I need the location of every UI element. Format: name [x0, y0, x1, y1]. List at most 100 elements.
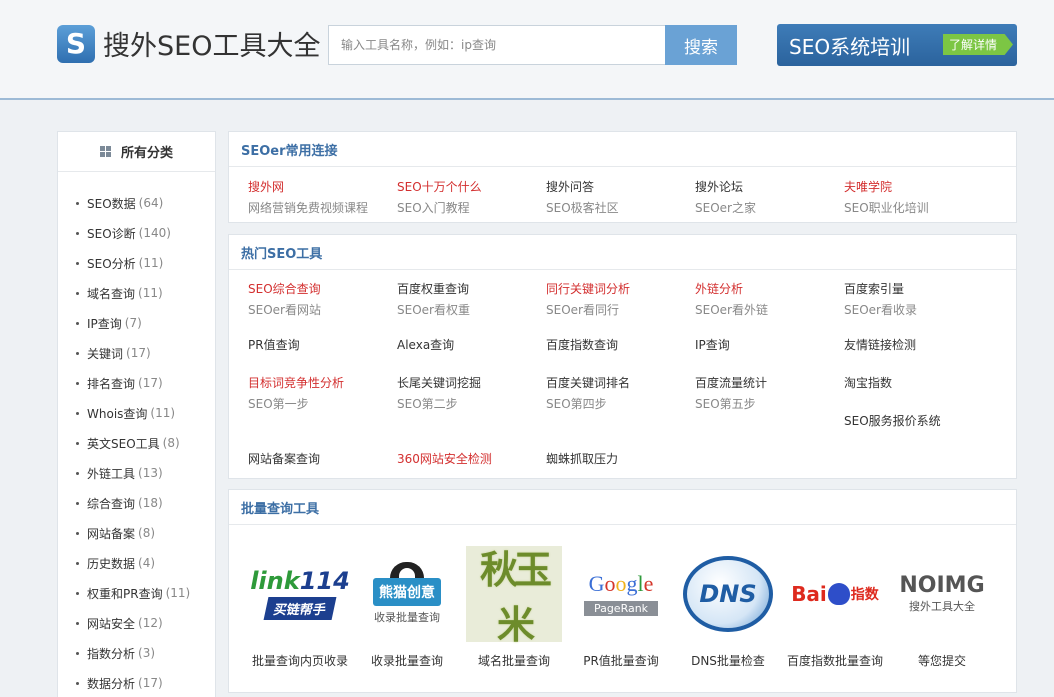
batch-tool[interactable]: link114 买链帮手批量查询内页收录: [245, 546, 355, 669]
hot-tool-link[interactable]: 目标词竞争性分析 SEO第一步: [248, 374, 388, 412]
hot-tool-link[interactable]: PR值查询: [248, 336, 388, 353]
hot-tool-link[interactable]: 外链分析 SEOer看外链: [695, 280, 835, 318]
batch-tool-logo-icon[interactable]: Bai 指数: [785, 546, 885, 641]
sidebar-category-item[interactable]: 英文SEO工具 (8): [58, 428, 215, 458]
hot-tool-link[interactable]: 百度权重查询 SEOer看权重: [397, 280, 537, 318]
sidebar-category-item[interactable]: SEO分析 (11): [58, 248, 215, 278]
sidebar-category-item[interactable]: 排名查询 (17): [58, 368, 215, 398]
batch-tool-logo-icon[interactable]: 熊猫创意 收录批量查询: [357, 546, 457, 641]
batch-tool[interactable]: 秋玉米 域名批量查询: [459, 545, 569, 669]
batch-tool-logo-icon[interactable]: DNS: [678, 546, 778, 641]
sidebar-category-item[interactable]: 网站安全 (12): [58, 608, 215, 638]
common-link[interactable]: 搜外问答 SEO极客社区: [546, 178, 686, 216]
batch-tool-label[interactable]: 域名批量查询: [459, 652, 569, 669]
sidebar-category-item[interactable]: 关键词 (17): [58, 338, 215, 368]
tool-title[interactable]: 百度权重查询: [397, 280, 537, 297]
tool-title[interactable]: 友情链接检测: [844, 336, 984, 353]
hot-tool-link[interactable]: 长尾关键词挖掘 SEO第二步: [397, 374, 537, 412]
common-link[interactable]: 搜外论坛 SEOer之家: [695, 178, 835, 216]
category-sidebar: 所有分类 SEO数据 (64) SEO诊断 (140) SEO分析 (11) 域名查询 (11…: [57, 131, 216, 697]
link-title[interactable]: 搜外论坛: [695, 178, 835, 195]
sidebar-category-item[interactable]: IP查询 (7): [58, 308, 215, 338]
sidebar-category-item[interactable]: 历史数据 (4): [58, 548, 215, 578]
hot-tool-link[interactable]: Alexa查询: [397, 336, 537, 353]
batch-tool[interactable]: NOIMG 搜外工具大全等您提交: [887, 546, 997, 669]
sidebar-category-item[interactable]: 权重和PR查询 (11): [58, 578, 215, 608]
tool-title[interactable]: IP查询: [695, 336, 835, 353]
hot-tool-link[interactable]: 淘宝指数: [844, 374, 984, 391]
sidebar-category-item[interactable]: 网站备案 (8): [58, 518, 215, 548]
common-link[interactable]: SEO十万个什么 SEO入门教程: [397, 178, 537, 216]
batch-tool[interactable]: Bai 指数百度指数批量查询: [780, 546, 890, 669]
batch-tool-logo-icon[interactable]: NOIMG 搜外工具大全: [892, 546, 992, 641]
sidebar-category-item[interactable]: Whois查询 (11): [58, 398, 215, 428]
tool-title[interactable]: 百度索引量: [844, 280, 984, 297]
hot-tool-link[interactable]: 同行关键词分析 SEOer看同行: [546, 280, 686, 318]
sidebar-category-item[interactable]: 综合查询 (18): [58, 488, 215, 518]
link-title[interactable]: 搜外网: [248, 178, 388, 195]
link-title[interactable]: SEO十万个什么: [397, 178, 537, 195]
batch-tool[interactable]: 熊猫创意 收录批量查询收录批量查询: [352, 546, 462, 669]
sidebar-category-item[interactable]: SEO诊断 (140): [58, 218, 215, 248]
batch-tool-logo-icon[interactable]: 秋玉米: [464, 545, 564, 647]
tool-title[interactable]: 外链分析: [695, 280, 835, 297]
tool-title[interactable]: 淘宝指数: [844, 374, 984, 391]
bullet-icon: [76, 321, 79, 325]
hot-tool-link[interactable]: 百度索引量 SEOer看收录: [844, 280, 984, 318]
tool-title[interactable]: 同行关键词分析: [546, 280, 686, 297]
site-logo[interactable]: S 搜外SEO工具大全: [57, 24, 320, 63]
sidebar-category-item[interactable]: 外链工具 (13): [58, 458, 215, 488]
batch-tool-label[interactable]: 收录批量查询: [352, 652, 462, 669]
batch-tool-label[interactable]: 等您提交: [887, 652, 997, 669]
tool-title[interactable]: SEO综合查询: [248, 280, 388, 297]
hot-tool-link[interactable]: 百度指数查询: [546, 336, 686, 353]
tool-title[interactable]: Alexa查询: [397, 336, 537, 353]
batch-tool[interactable]: Google PageRank PR值批量查询: [566, 546, 676, 669]
seo-training-banner[interactable]: SEO系统培训 了解详情: [777, 24, 1017, 66]
promo-details-button[interactable]: 了解详情: [942, 34, 1013, 55]
hot-tool-link[interactable]: 蜘蛛抓取压力: [546, 450, 686, 467]
search-button[interactable]: 搜索: [665, 25, 737, 65]
tool-title[interactable]: 360网站安全检测: [397, 450, 537, 467]
hot-tool-link[interactable]: IP查询: [695, 336, 835, 353]
tool-title[interactable]: 网站备案查询: [248, 450, 388, 467]
tool-subtitle: SEO第二步: [397, 397, 458, 411]
tool-title[interactable]: 百度流量统计: [695, 374, 835, 391]
batch-tool-logo-icon[interactable]: link114 买链帮手: [250, 546, 350, 641]
sidebar-category-item[interactable]: 域名查询 (11): [58, 278, 215, 308]
batch-tools-panel: 批量查询工具 link114 买链帮手 批量查询内页收录 熊猫创意 收录批量查询收…: [228, 489, 1017, 693]
hot-tool-link[interactable]: 百度关键词排名 SEO第四步: [546, 374, 686, 412]
link-subtitle: SEO职业化培训: [844, 201, 929, 215]
tool-title[interactable]: 目标词竞争性分析: [248, 374, 388, 391]
link-title[interactable]: 夫唯学院: [844, 178, 984, 195]
hot-tool-link[interactable]: 友情链接检测: [844, 336, 984, 353]
category-count: (8): [138, 526, 156, 540]
sidebar-category-item[interactable]: SEO数据 (64): [58, 188, 215, 218]
tool-title[interactable]: 蜘蛛抓取压力: [546, 450, 686, 467]
hot-tool-link[interactable]: 网站备案查询: [248, 450, 388, 467]
category-label: SEO诊断: [87, 226, 136, 241]
batch-tool-label[interactable]: 百度指数批量查询: [780, 652, 890, 669]
tool-title[interactable]: 百度关键词排名: [546, 374, 686, 391]
category-count: (11): [165, 586, 191, 600]
link-title[interactable]: 搜外问答: [546, 178, 686, 195]
hot-tool-link[interactable]: 360网站安全检测: [397, 450, 537, 467]
tool-title[interactable]: 长尾关键词挖掘: [397, 374, 537, 391]
hot-tool-link[interactable]: SEO综合查询 SEOer看网站: [248, 280, 388, 318]
common-link[interactable]: 搜外网 网络营销免费视频课程: [248, 178, 388, 216]
batch-tool-logo-icon[interactable]: Google PageRank: [571, 546, 671, 641]
tool-title[interactable]: 百度指数查询: [546, 336, 686, 353]
batch-tool-label[interactable]: DNS批量检查: [673, 652, 783, 669]
hot-tool-link[interactable]: SEO服务报价系统: [844, 412, 984, 429]
batch-tool[interactable]: DNS DNS批量检查: [673, 546, 783, 669]
tool-title[interactable]: PR值查询: [248, 336, 388, 353]
search-input[interactable]: 输入工具名称，例如：ip查询: [328, 25, 666, 65]
hot-tool-link[interactable]: 百度流量统计 SEO第五步: [695, 374, 835, 412]
batch-tool-label[interactable]: PR值批量查询: [566, 652, 676, 669]
sidebar-category-item[interactable]: 数据分析 (17): [58, 668, 215, 697]
tool-subtitle: SEO第四步: [546, 397, 607, 411]
sidebar-category-item[interactable]: 指数分析 (3): [58, 638, 215, 668]
batch-tool-label[interactable]: 批量查询内页收录: [245, 652, 355, 669]
common-link[interactable]: 夫唯学院 SEO职业化培训: [844, 178, 984, 216]
tool-title[interactable]: SEO服务报价系统: [844, 412, 984, 429]
